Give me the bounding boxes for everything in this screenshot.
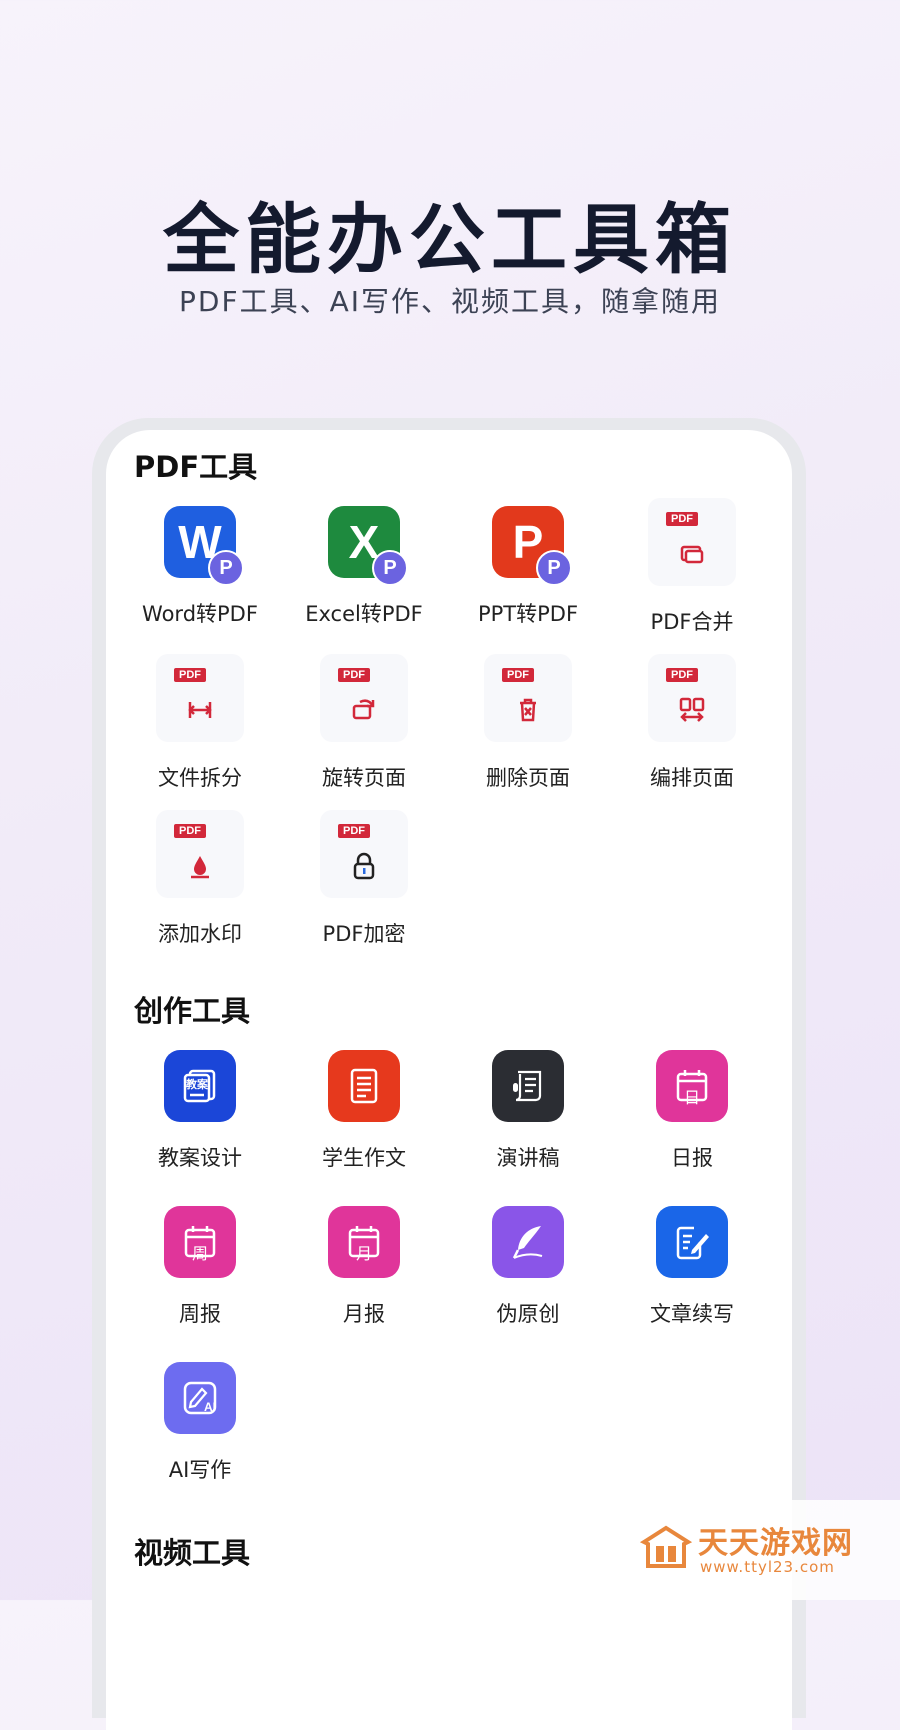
article-edit-glyph	[676, 1226, 709, 1260]
tool-label: 教案设计	[158, 1146, 242, 1170]
calendar-glyph-text: 周	[191, 1244, 208, 1263]
pdf-tag: PDF	[338, 668, 370, 682]
rotate-page-icon: PDF	[320, 654, 408, 742]
daily-calendar-icon: 日	[656, 1050, 728, 1122]
lesson-plan-icon: 教案	[164, 1050, 236, 1122]
merge-glyph	[680, 545, 704, 564]
ppt-to-pdf-icon: P P	[492, 506, 572, 586]
pdf-badge: P	[536, 550, 572, 586]
tool-student-essay[interactable]: 学生作文	[282, 1050, 446, 1172]
pdf-tag: PDF	[174, 824, 206, 838]
pdf-tag: PDF	[502, 668, 534, 682]
hero-subtitle: PDF工具、AI写作、视频工具，随拿随用	[179, 285, 721, 318]
ai-writing-icon: AI	[164, 1362, 236, 1434]
tool-monthly-report[interactable]: 月 月报	[282, 1206, 446, 1328]
section-title-video: 视频工具	[134, 1536, 251, 1570]
calendar-glyph-text: 日	[683, 1088, 700, 1107]
watermark-url: www.ttyl23.com	[700, 1558, 835, 1576]
essay-glyph	[350, 1068, 378, 1104]
watermark-drop-icon: PDF	[156, 810, 244, 898]
section-title-create: 创作工具	[134, 994, 251, 1028]
tool-label: Word转PDF	[142, 602, 258, 626]
tool-weekly-report[interactable]: 周 周报	[118, 1206, 282, 1328]
tool-rotate-page[interactable]: PDF 旋转页面	[282, 654, 446, 792]
word-to-pdf-icon: W P	[164, 506, 244, 586]
tool-label: 月报	[343, 1302, 385, 1326]
tool-label: 添加水印	[158, 922, 242, 946]
pdf-badge: P	[208, 550, 244, 586]
tool-arrange-pages[interactable]: PDF 编排页面	[610, 654, 774, 792]
tool-ppt-to-pdf[interactable]: P P PPT转PDF	[446, 506, 610, 628]
lock-glyph	[353, 852, 375, 880]
tool-label: 日报	[671, 1146, 713, 1170]
pdf-tag: PDF	[666, 512, 698, 526]
tool-label: 演讲稿	[496, 1146, 560, 1170]
file-split-icon: PDF	[156, 654, 244, 742]
pdf-tag: PDF	[338, 824, 370, 838]
site-watermark: 天天游戏网 www.ttyl23.com	[630, 1500, 900, 1600]
ai-glyph-text: AI	[204, 1400, 216, 1414]
split-glyph	[188, 702, 212, 718]
lesson-glyph-text: 教案	[186, 1078, 208, 1091]
article-edit-icon	[656, 1206, 728, 1278]
watermark-name: 天天游戏网	[698, 1526, 853, 1561]
rotate-glyph	[352, 699, 375, 720]
watermark-logo-icon	[640, 1525, 692, 1568]
delete-page-icon: PDF	[484, 654, 572, 742]
pdf-tag: PDF	[174, 668, 206, 682]
tool-lesson-plan[interactable]: 教案 教案设计	[118, 1050, 282, 1172]
tool-label: AI写作	[168, 1458, 232, 1482]
excel-to-pdf-icon: X P	[328, 506, 408, 586]
essay-document-icon	[328, 1050, 400, 1122]
tool-speech[interactable]: 演讲稿	[446, 1050, 610, 1172]
arrange-pages-icon: PDF	[648, 654, 736, 742]
feather-glyph	[512, 1226, 543, 1259]
tool-label: 周报	[179, 1302, 221, 1326]
quill-feather-icon	[492, 1206, 564, 1278]
arrange-glyph	[679, 697, 705, 722]
tool-label: 删除页面	[486, 766, 570, 790]
tool-ai-writing[interactable]: AI AI写作	[118, 1362, 282, 1484]
weekly-calendar-icon: 周	[164, 1206, 236, 1278]
tool-label: 文件拆分	[158, 766, 242, 790]
tool-pdf-merge[interactable]: PDF PDF合并	[610, 498, 774, 636]
hero-title: 全能办公工具箱	[163, 195, 737, 284]
trash-glyph	[520, 698, 536, 722]
tool-label: 学生作文	[322, 1146, 406, 1170]
tool-label: PDF加密	[322, 922, 406, 946]
section-title-pdf: PDF工具	[134, 450, 258, 484]
tool-label: 文章续写	[650, 1302, 734, 1326]
tool-file-split[interactable]: PDF 文件拆分	[118, 654, 282, 792]
tool-label: PDF合并	[650, 610, 734, 634]
pdf-badge: P	[372, 550, 408, 586]
tool-label: 编排页面	[650, 766, 734, 790]
tool-pseudo-original[interactable]: 伪原创	[446, 1206, 610, 1328]
tool-label: 旋转页面	[322, 766, 406, 790]
tool-word-to-pdf[interactable]: W P Word转PDF	[118, 506, 282, 628]
tool-add-watermark[interactable]: PDF 添加水印	[118, 810, 282, 948]
tool-label: PPT转PDF	[477, 602, 579, 626]
tool-pdf-encrypt[interactable]: PDF PDF加密	[282, 810, 446, 948]
calendar-glyph-text: 月	[355, 1244, 372, 1263]
lock-icon: PDF	[320, 810, 408, 898]
speech-scroll-icon	[492, 1050, 564, 1122]
monthly-calendar-icon: 月	[328, 1206, 400, 1278]
tool-excel-to-pdf[interactable]: X P Excel转PDF	[282, 506, 446, 628]
tool-delete-page[interactable]: PDF 删除页面	[446, 654, 610, 792]
tool-label: Excel转PDF	[305, 602, 423, 626]
drop-glyph	[191, 856, 209, 879]
pdf-tag: PDF	[666, 668, 698, 682]
scroll-glyph	[513, 1070, 542, 1102]
tool-article-continue[interactable]: 文章续写	[610, 1206, 774, 1328]
pdf-merge-icon: PDF	[648, 498, 736, 586]
tool-label: 伪原创	[496, 1302, 560, 1326]
tool-daily-report[interactable]: 日 日报	[610, 1050, 774, 1172]
